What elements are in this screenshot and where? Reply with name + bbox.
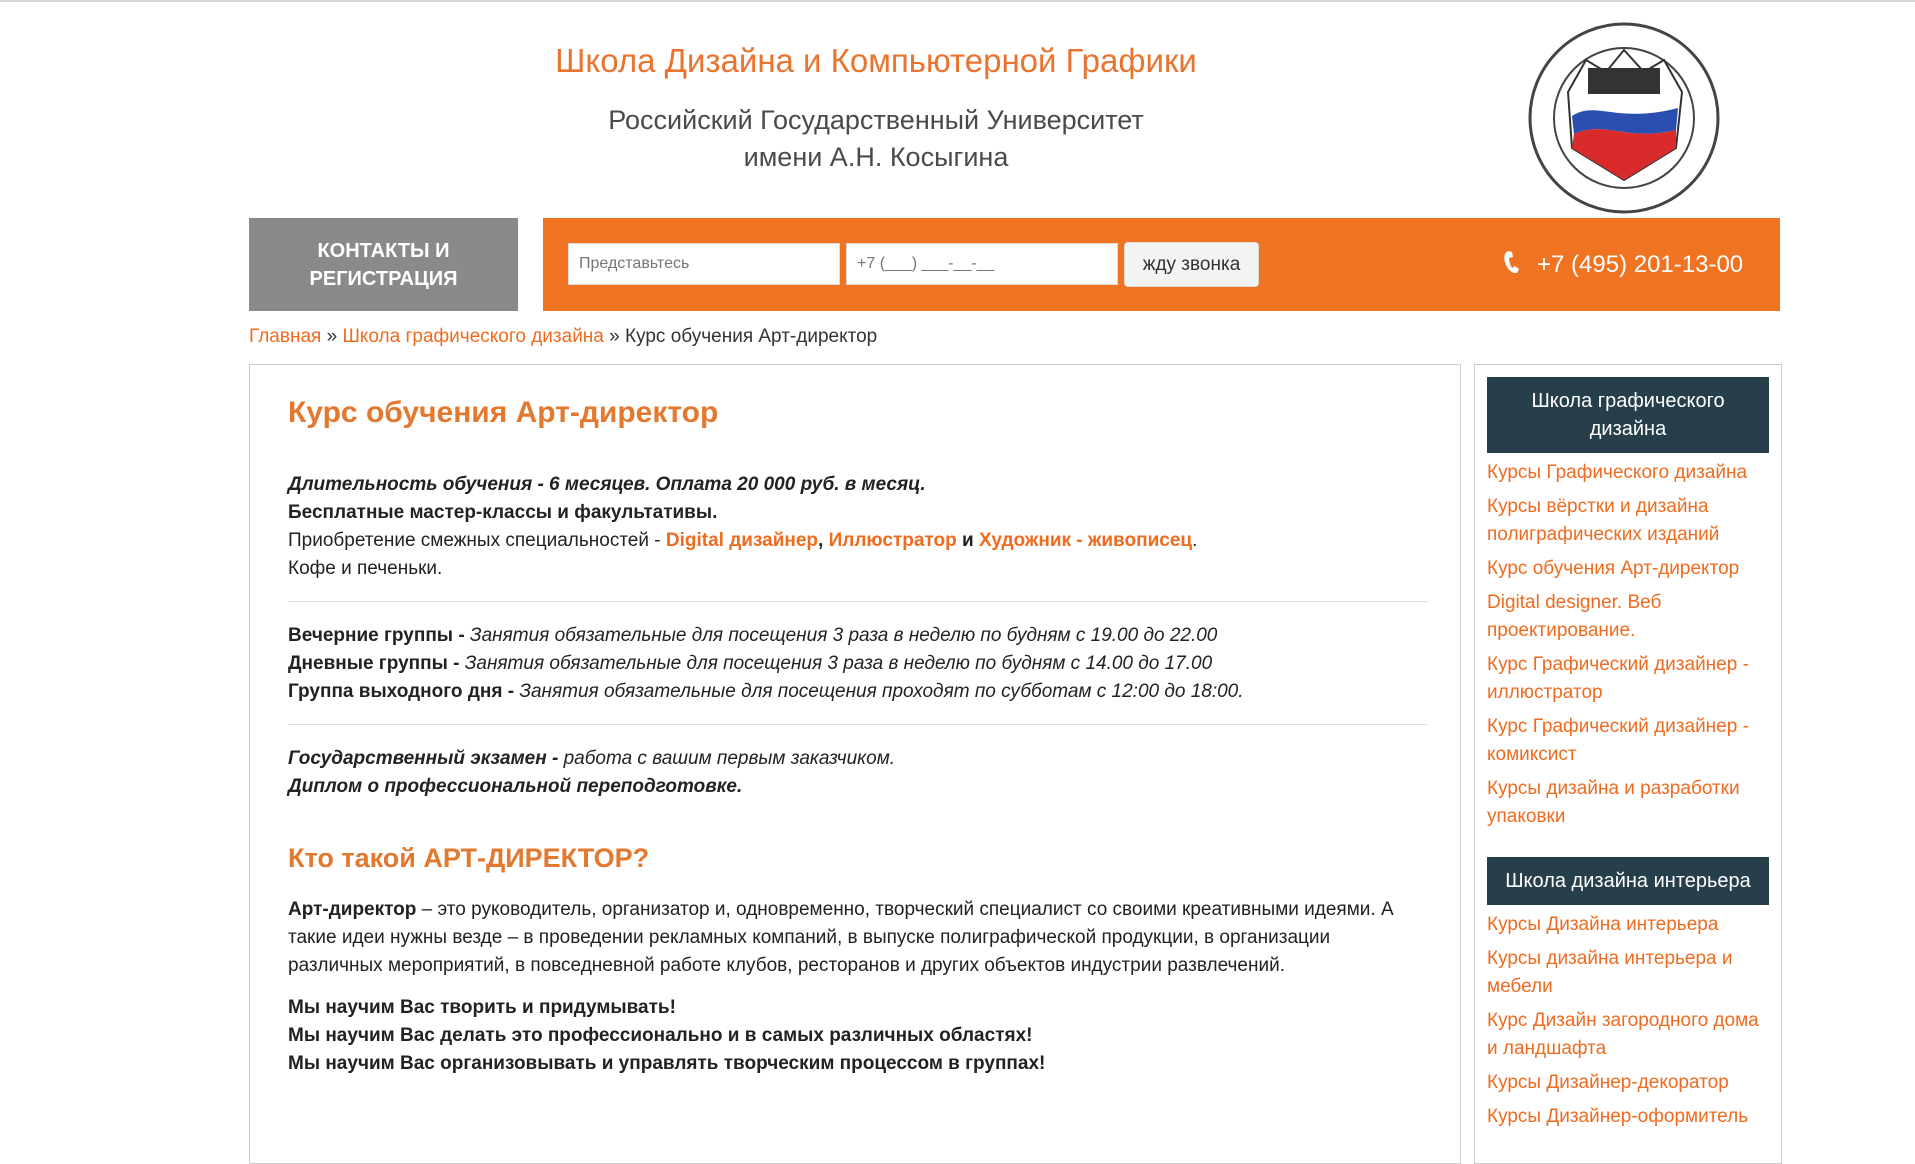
sidebar-item[interactable]: Курсы вёрстки и дизайна полиграфических … — [1487, 493, 1769, 549]
related-and: и — [956, 530, 979, 551]
site-subtitle: Российский Государственный Университет и… — [0, 102, 1752, 176]
related-end: . — [1192, 530, 1198, 551]
diploma-text: Диплом о профессиональной переподготовке… — [288, 776, 743, 797]
teach-line-3: Мы научим Вас организовывать и управлять… — [288, 1053, 1046, 1074]
related-link-digital[interactable]: Digital дизайнер — [666, 530, 818, 551]
contacts-label-line1: КОНТАКТЫ И — [317, 239, 450, 262]
sidebar-item[interactable]: Курсы дизайна и разработки упаковки — [1487, 775, 1769, 831]
university-logo[interactable] — [1526, 20, 1722, 216]
sidebar-item[interactable]: Курсы дизайна интерьера и мебели — [1487, 945, 1769, 1001]
breadcrumb-sep: » — [326, 326, 338, 347]
group-label: Дневные группы - — [288, 653, 460, 674]
teach-line-1: Мы научим Вас творить и придумывать! — [288, 997, 676, 1018]
phone-number[interactable]: +7 (495) 201-13-00 — [1503, 245, 1743, 285]
intro-text: – это руководитель, организатор и, однов… — [288, 899, 1394, 976]
sidebar-item[interactable]: Курс Дизайн загородного дома и ландшафта — [1487, 1007, 1769, 1063]
intro-bold: Арт-директор — [288, 899, 417, 920]
name-input[interactable] — [568, 243, 840, 285]
group-label: Группа выходного дня - — [288, 681, 515, 702]
subtitle-line-1: Российский Государственный Университет — [608, 105, 1144, 135]
site-title: Школа Дизайна и Компьютерной Графики — [555, 42, 1197, 79]
exam-desc: работа с вашим первым заказчиком. — [563, 748, 896, 769]
duration-text: Длительность обучения - 6 месяцев. Оплат… — [288, 474, 926, 495]
divider — [288, 724, 1428, 725]
breadcrumb-section[interactable]: Школа графического дизайна — [342, 326, 603, 347]
group-text: Занятия обязательные для посещения прохо… — [519, 681, 1244, 702]
contacts-label-line2: РЕГИСТРАЦИЯ — [309, 267, 458, 290]
breadcrumb-current: Курс обучения Арт-директор — [625, 326, 878, 347]
breadcrumb-home[interactable]: Главная — [249, 326, 321, 347]
coffee-text: Кофе и печеньки. — [288, 558, 443, 579]
page-title: Курс обучения Арт-директор — [288, 396, 719, 429]
sidebar-item[interactable]: Курс Графический дизайнер - комиксист — [1487, 713, 1769, 769]
breadcrumb-sep: » — [609, 326, 620, 347]
sidebar-item[interactable]: Digital designer. Веб проектирование. — [1487, 589, 1769, 645]
main-content: Курс обучения Арт-директор Длительность … — [249, 364, 1461, 1164]
group-text: Занятия обязательные для посещения 3 раз… — [469, 625, 1218, 646]
teach-line-2: Мы научим Вас делать это профессионально… — [288, 1025, 1033, 1046]
related-link-painter[interactable]: Художник - живописец — [979, 530, 1192, 551]
phone-input[interactable] — [846, 243, 1118, 285]
sidebar-section-interior[interactable]: Школа дизайна интерьера — [1487, 857, 1769, 905]
phone-icon — [1503, 249, 1521, 282]
sidebar-item[interactable]: Курсы Дизайнер-декоратор — [1487, 1069, 1769, 1097]
group-label: Вечерние группы - — [288, 625, 465, 646]
free-text: Бесплатные мастер-классы и факультативы. — [288, 502, 718, 523]
phone-text: +7 (495) 201-13-00 — [1537, 251, 1744, 278]
group-text: Занятия обязательные для посещения 3 раз… — [464, 653, 1213, 674]
section-heading: Кто такой АРТ-ДИРЕКТОР? — [288, 843, 650, 873]
subtitle-line-2: имени А.Н. Косыгина — [743, 142, 1009, 172]
related-specialties: Приобретение смежных специальностей - Di… — [288, 527, 1428, 555]
divider — [288, 601, 1428, 602]
exam-text: Государственный экзамен - работа с вашим… — [288, 745, 1428, 773]
sidebar-item[interactable]: Курс Графический дизайнер - иллюстратор — [1487, 651, 1769, 707]
sidebar-list-interior: Курсы Дизайна интерьера Курсы дизайна ин… — [1487, 911, 1769, 1131]
intro-paragraph: Арт-директор – это руководитель, организ… — [288, 896, 1428, 980]
group-evening: Вечерние группы - Занятия обязательные д… — [288, 622, 1428, 650]
sidebar-item[interactable]: Курс обучения Арт-директор — [1487, 555, 1769, 583]
callback-bar: жду звонка +7 (495) 201-13-00 — [543, 218, 1780, 311]
sidebar-section-graphic[interactable]: Школа графического дизайна — [1487, 377, 1769, 453]
group-day: Дневные группы - Занятия обязательные дл… — [288, 650, 1428, 678]
sidebar-item[interactable]: Курсы Графического дизайна — [1487, 459, 1769, 487]
exam-label: Государственный экзамен - — [288, 748, 559, 769]
sidebar-list-graphic: Курсы Графического дизайна Курсы вёрстки… — [1487, 459, 1769, 831]
related-link-illustrator[interactable]: Иллюстратор — [829, 530, 957, 551]
sidebar: Школа графического дизайна Курсы Графиче… — [1474, 364, 1782, 1164]
contacts-registration-button[interactable]: КОНТАКТЫ И РЕГИСТРАЦИЯ — [249, 218, 518, 311]
sidebar-item[interactable]: Курсы Дизайнер-оформитель — [1487, 1103, 1769, 1131]
group-weekend: Группа выходного дня - Занятия обязатель… — [288, 678, 1428, 706]
callback-button[interactable]: жду звонка — [1124, 242, 1259, 287]
sidebar-item[interactable]: Курсы Дизайна интерьера — [1487, 911, 1769, 939]
university-seal-icon — [1528, 22, 1720, 214]
breadcrumb: Главная » Школа графического дизайна » К… — [249, 326, 877, 348]
related-comma: , — [818, 530, 829, 551]
related-prefix: Приобретение смежных специальностей - — [288, 530, 666, 551]
